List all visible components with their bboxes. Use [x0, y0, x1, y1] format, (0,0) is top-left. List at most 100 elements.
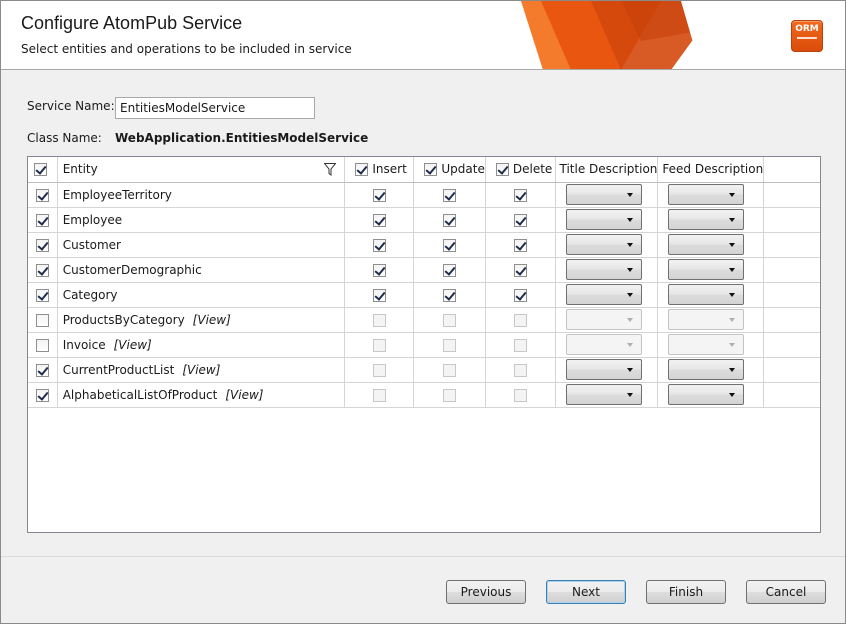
row-select-checkbox[interactable]: [35, 338, 49, 352]
row-select-checkbox[interactable]: [35, 213, 49, 227]
entity-cell: Invoice [View]: [57, 332, 346, 358]
table-row[interactable]: Employee: [28, 207, 820, 233]
next-button[interactable]: Next: [546, 580, 626, 604]
feed-description-dropdown[interactable]: [668, 259, 745, 280]
insert-checkbox: [372, 338, 386, 352]
cancel-button[interactable]: Cancel: [746, 580, 826, 604]
filler-cell: [763, 282, 820, 308]
finish-button[interactable]: Finish: [646, 580, 726, 604]
entity-cell: CurrentProductList [View]: [57, 357, 346, 383]
filter-icon[interactable]: [324, 163, 337, 176]
insert-checkbox[interactable]: [372, 288, 386, 302]
update-checkbox[interactable]: [443, 288, 457, 302]
footer-divider: [1, 556, 845, 557]
insert-checkbox[interactable]: [372, 263, 386, 277]
feed-description-dropdown[interactable]: [668, 284, 745, 305]
update-cell: [413, 307, 486, 333]
title-description-dropdown[interactable]: [565, 184, 642, 205]
table-row[interactable]: AlphabeticalListOfProduct [View]: [28, 382, 820, 408]
delete-checkbox[interactable]: [513, 238, 527, 252]
title-description-dropdown[interactable]: [565, 384, 642, 405]
title-description-dropdown[interactable]: [565, 359, 642, 380]
feed-description-column-label: Feed Description: [662, 162, 764, 177]
row-select-checkbox[interactable]: [35, 388, 49, 402]
insert-checkbox[interactable]: [372, 213, 386, 227]
delete-checkbox: [513, 313, 527, 327]
feed-description-dropdown[interactable]: [668, 184, 745, 205]
update-checkbox: [443, 338, 457, 352]
entity-column-header[interactable]: Entity: [57, 157, 346, 183]
table-row[interactable]: EmployeeTerritory: [28, 182, 820, 208]
feed-description-dropdown[interactable]: [668, 234, 745, 255]
row-select-checkbox[interactable]: [35, 263, 49, 277]
filler-cell: [763, 207, 820, 233]
update-checkbox: [443, 313, 457, 327]
service-name-label: Service Name:: [27, 99, 115, 113]
table-row[interactable]: ProductsByCategory [View]: [28, 307, 820, 333]
title-description-column-label: Title Description: [559, 162, 658, 177]
select-all-header: [28, 157, 58, 183]
delete-checkbox[interactable]: [513, 288, 527, 302]
view-tag: [View]: [113, 337, 152, 352]
filler-cell: [763, 382, 820, 408]
update-checkbox[interactable]: [443, 263, 457, 277]
entity-name: EmployeeTerritory: [62, 187, 172, 202]
previous-button[interactable]: Previous: [446, 580, 526, 604]
update-cell: [413, 207, 486, 233]
service-name-input[interactable]: [115, 97, 315, 119]
entity-name: ProductsByCategory: [62, 312, 185, 327]
title-description-dropdown[interactable]: [565, 259, 642, 280]
table-row[interactable]: Invoice [View]: [28, 332, 820, 358]
update-all-checkbox[interactable]: [424, 162, 438, 176]
feed-description-dropdown[interactable]: [668, 384, 745, 405]
entity-name: AlphabeticalListOfProduct: [62, 387, 218, 402]
entity-cell: EmployeeTerritory: [57, 182, 346, 208]
row-select-checkbox[interactable]: [35, 188, 49, 202]
row-select-cell: [28, 357, 58, 383]
insert-all-checkbox[interactable]: [355, 162, 369, 176]
insert-cell: [344, 357, 415, 383]
table-row[interactable]: Category: [28, 282, 820, 308]
delete-cell: [485, 382, 556, 408]
feed-description-dropdown[interactable]: [668, 209, 745, 230]
insert-column-label: Insert: [372, 162, 407, 177]
insert-checkbox: [372, 313, 386, 327]
delete-checkbox[interactable]: [513, 263, 527, 277]
update-cell: [413, 357, 486, 383]
table-row[interactable]: CurrentProductList [View]: [28, 357, 820, 383]
delete-all-checkbox[interactable]: [495, 162, 509, 176]
feed-description-dropdown: [668, 309, 745, 330]
filler-cell: [763, 232, 820, 258]
update-cell: [413, 257, 486, 283]
title-description-dropdown[interactable]: [565, 284, 642, 305]
feed-description-column-header: Feed Description: [657, 157, 765, 183]
entity-name: Employee: [62, 212, 123, 227]
delete-checkbox[interactable]: [513, 213, 527, 227]
filler-cell: [763, 307, 820, 333]
update-checkbox[interactable]: [443, 238, 457, 252]
filler-cell: [763, 357, 820, 383]
insert-checkbox[interactable]: [372, 238, 386, 252]
delete-checkbox: [513, 363, 527, 377]
select-all-checkbox[interactable]: [33, 163, 47, 177]
delete-cell: [485, 207, 556, 233]
row-select-checkbox[interactable]: [35, 288, 49, 302]
delete-checkbox[interactable]: [513, 188, 527, 202]
row-select-checkbox[interactable]: [35, 313, 49, 327]
update-checkbox: [443, 363, 457, 377]
feed-description-dropdown[interactable]: [668, 359, 745, 380]
row-select-checkbox[interactable]: [35, 238, 49, 252]
insert-checkbox[interactable]: [372, 188, 386, 202]
table-row[interactable]: CustomerDemographic: [28, 257, 820, 283]
update-checkbox[interactable]: [443, 188, 457, 202]
row-select-checkbox[interactable]: [35, 363, 49, 377]
title-description-dropdown[interactable]: [565, 234, 642, 255]
filler-column-header: [763, 157, 820, 183]
update-checkbox[interactable]: [443, 213, 457, 227]
filler-cell: [763, 182, 820, 208]
table-row[interactable]: Customer: [28, 232, 820, 258]
orm-logo-text: ORM: [795, 24, 819, 34]
delete-checkbox: [513, 338, 527, 352]
feed-description-cell: [657, 307, 765, 333]
title-description-dropdown[interactable]: [565, 209, 642, 230]
